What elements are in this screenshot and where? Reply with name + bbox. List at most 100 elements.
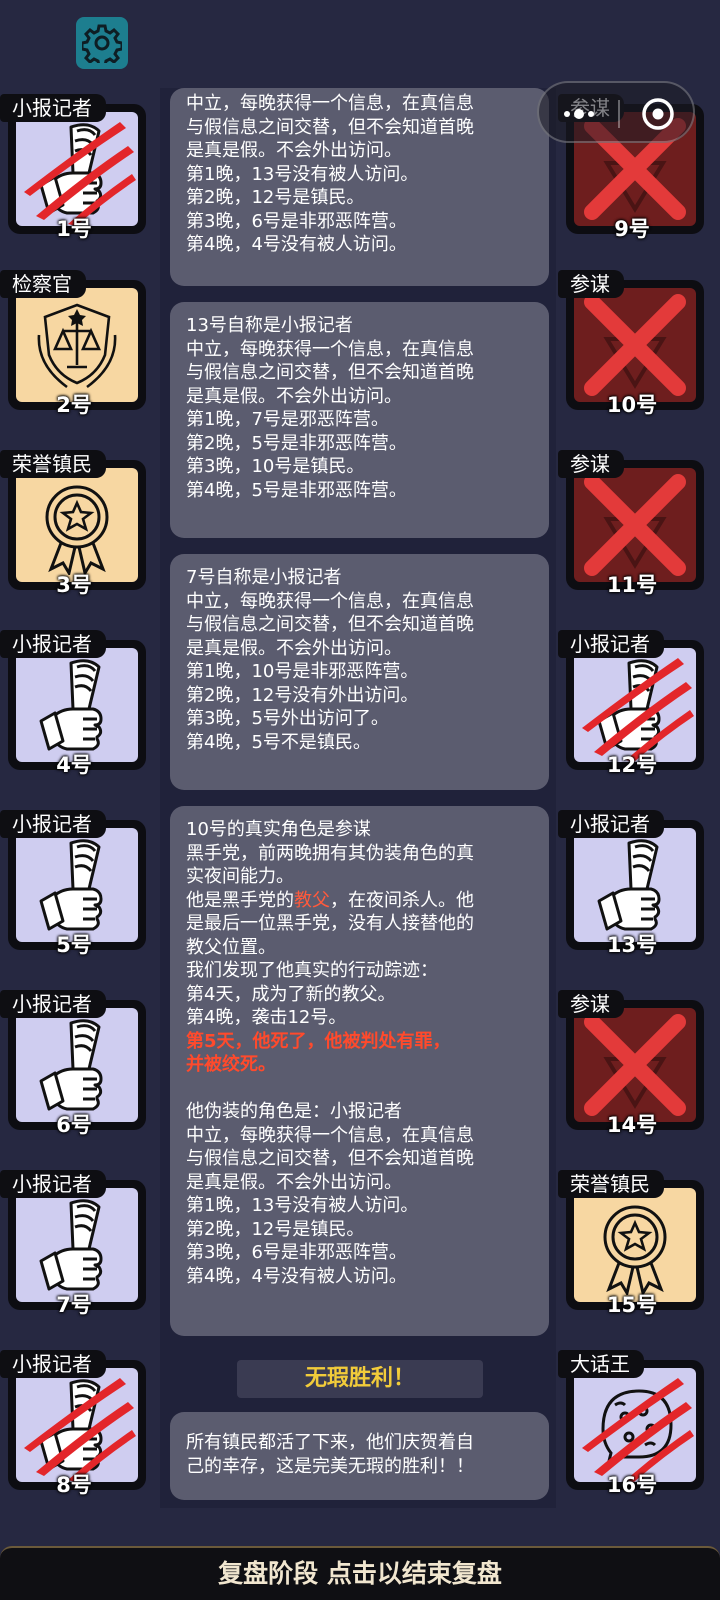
player-card[interactable]: 荣誉镇民 3号 — [0, 450, 148, 597]
player-card[interactable]: 检察官 2号 — [0, 270, 148, 417]
player-number: 10号 — [606, 393, 658, 417]
role-label: 小报记者 — [558, 810, 664, 838]
newspaper-hand-icon — [39, 1019, 103, 1111]
report-line: 并被绞死。 — [186, 1054, 276, 1075]
player-card[interactable]: 参谋 10号 — [558, 270, 706, 417]
player-number: 4号 — [56, 753, 92, 777]
report-line: 第4晚，袭击12号。 — [186, 1007, 347, 1028]
player-card[interactable]: 大话王 16号 — [558, 1350, 706, 1497]
report-line: 与假信息之间交替，但不会知道首晚 — [186, 1148, 474, 1169]
report-line: 第3晚，10号是镇民。 — [186, 456, 365, 477]
player-card[interactable]: 参谋 11号 — [558, 450, 706, 597]
report-line: 第5天，他死了，他被判处有罪， — [186, 1030, 451, 1052]
player-card[interactable]: 参谋 14号 — [558, 990, 706, 1137]
settings-button[interactable] — [76, 17, 128, 69]
report-line: 第1晚，13号没有被人访问。 — [186, 163, 419, 185]
end-review-button[interactable]: 复盘阶段 点击以结束复盘 — [0, 1546, 720, 1600]
report-panel-3: 7号自称是小报记者 中立，每晚获得一个信息，在真信息 与假信息之间交替，但不会知道首… — [170, 554, 549, 790]
report-line: 第4晚，5号不是镇民。 — [186, 731, 371, 753]
player-card[interactable]: 小报记者 7号 — [0, 1170, 148, 1317]
report-line: 是真是假。不会外出访问。 — [186, 1171, 402, 1193]
player-number: 9号 — [614, 217, 650, 241]
report-line: 是最后一位黑手党，没有人接替他的 — [186, 913, 474, 934]
gear-icon — [82, 24, 122, 63]
red-x-icon — [584, 294, 686, 396]
player-number: 6号 — [56, 1113, 92, 1137]
player-number: 12号 — [606, 753, 658, 777]
report-line: 第4天，成为了新的教父。 — [186, 983, 396, 1005]
report-line: 第3晚，6号是非邪恶阵营。 — [186, 210, 407, 232]
role-label: 小报记者 — [0, 810, 106, 838]
role-label: 荣誉镇民 — [558, 1170, 664, 1198]
role-label: 小报记者 — [0, 990, 106, 1018]
report-panel-2: 13号自称是小报记者 中立，每晚获得一个信息，在真信息 与假信息之间交替，但不会知道… — [170, 302, 549, 538]
report-line: 第3晚，5号外出访问了。 — [186, 708, 389, 729]
player-card[interactable]: 荣誉镇民 15号 — [558, 1170, 706, 1317]
report-line: 是真是假。不会外出访问。 — [186, 637, 402, 659]
report-line: 第2晚，12号是镇民。 — [186, 187, 365, 208]
report-line: 第2晚，12号是镇民。 — [186, 1218, 365, 1240]
mini-program-capsule — [537, 81, 695, 143]
role-label: 参谋 — [558, 990, 624, 1018]
report-line: 第2晚，5号是非邪恶阵营。 — [186, 432, 407, 454]
godfather-highlight: 教父 — [294, 889, 330, 911]
justice-shield-icon — [37, 303, 117, 389]
newspaper-hand-icon — [39, 839, 103, 931]
report-line: 与假信息之间交替，但不会知道首晚 — [186, 362, 474, 383]
player-card[interactable]: 小报记者 13号 — [558, 810, 706, 957]
role-label: 大话王 — [558, 1350, 644, 1378]
player-number: 11号 — [606, 573, 658, 597]
red-x-icon — [584, 474, 686, 576]
report-line: 是真是假。不会外出访问。 — [186, 140, 402, 161]
more-dots-icon[interactable] — [561, 105, 601, 123]
claw-scratch-icon — [24, 1378, 136, 1482]
player-number: 1号 — [56, 217, 92, 241]
medal-icon — [45, 485, 109, 575]
role-label: 小报记者 — [0, 1170, 106, 1198]
ending-panel: 所有镇民都活了下来，他们庆贺着自 己的幸存，这是完美无瑕的胜利！！ — [170, 1412, 549, 1500]
player-card[interactable]: 小报记者 6号 — [0, 990, 148, 1137]
claw-scratch-icon — [582, 1378, 694, 1482]
victory-banner: 无瑕胜利！ — [237, 1360, 483, 1398]
player-card[interactable]: 小报记者 4号 — [0, 630, 148, 777]
role-label: 检察官 — [0, 270, 86, 298]
player-card[interactable]: 小报记者 12号 — [558, 630, 706, 777]
role-label: 小报记者 — [558, 630, 664, 658]
report-line: 中立，每晚获得一个信息，在真信息 — [186, 93, 474, 114]
claw-scratch-icon — [582, 658, 694, 762]
report-line: 第4晚，4号没有被人访问。 — [186, 1265, 407, 1287]
role-label: 参谋 — [558, 270, 624, 298]
report-line: 教父位置。 — [186, 936, 276, 958]
player-number: 5号 — [56, 933, 92, 957]
role-label: 小报记者 — [0, 1350, 106, 1378]
report-line: 中立，每晚获得一个信息，在真信息 — [186, 1124, 474, 1146]
report-line: 己的幸存，这是完美无瑕的胜利！！ — [186, 1455, 474, 1477]
report-line: 第2晚，12号没有外出访问。 — [186, 684, 419, 706]
role-label: 荣誉镇民 — [0, 450, 106, 478]
report-panel-1: 中立，每晚获得一个信息，在真信息 与假信息之间交替，但不会知道首晚 是真是假。不会外… — [170, 88, 549, 286]
medal-icon — [603, 1205, 667, 1295]
player-number: 8号 — [56, 1473, 92, 1497]
player-card[interactable]: 小报记者 8号 — [0, 1350, 148, 1497]
report-line: 黑手党，前两晚拥有其伪装角色的真 — [186, 842, 474, 864]
player-number: 13号 — [606, 933, 658, 957]
report-line: 我们发现了他真实的行动踪迹： — [186, 960, 438, 981]
report-line: 是真是假。不会外出访问。 — [186, 385, 402, 407]
report-line: 他伪装的角色是：小报记者 — [186, 1101, 402, 1122]
report-line: 与假信息之间交替，但不会知道首晚 — [186, 614, 474, 635]
player-card[interactable]: 小报记者 5号 — [0, 810, 148, 957]
role-label: 小报记者 — [0, 94, 106, 122]
report-line: 第4晚，5号是非邪恶阵营。 — [186, 479, 407, 501]
target-close-icon[interactable] — [640, 96, 676, 132]
report-line: 中立，每晚获得一个信息，在真信息 — [186, 338, 474, 360]
player-number: 16号 — [606, 1473, 658, 1497]
report-line: 10号的真实角色是参谋 — [186, 819, 371, 840]
player-card[interactable]: 小报记者 1号 — [0, 94, 148, 241]
report-line: 第1晚，7号是邪恶阵营。 — [186, 409, 389, 430]
role-label: 参谋 — [558, 450, 624, 478]
report-line: 实夜间能力。 — [186, 866, 294, 887]
report-line: 7号自称是小报记者 — [186, 567, 342, 588]
report-line: 第3晚，6号是非邪恶阵营。 — [186, 1242, 407, 1263]
report-line: 第1晚，10号是非邪恶阵营。 — [186, 661, 419, 682]
capsule-divider — [618, 100, 620, 128]
